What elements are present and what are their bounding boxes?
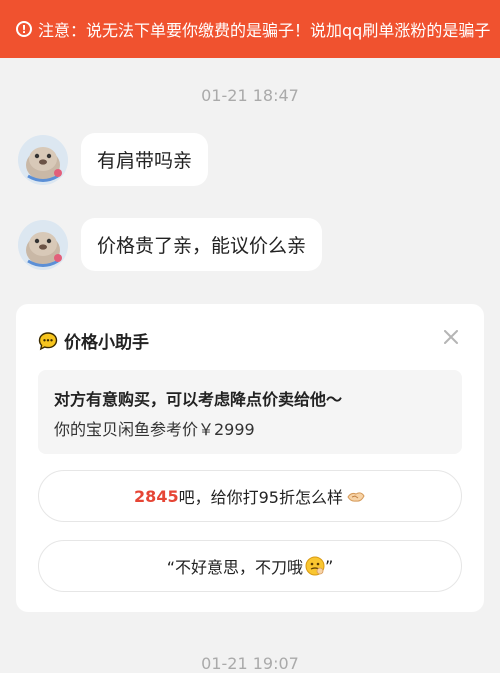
warning-text: 注意：说无法下单要你缴费的是骗子！说加qq刷单涨粉的是骗子 (38, 21, 491, 40)
chat-bubble-icon (38, 331, 58, 350)
avatar[interactable] (18, 134, 68, 185)
close-button[interactable] (440, 326, 462, 348)
discount-offer-button[interactable]: 2845 吧，给你打95折怎么样 (38, 470, 462, 522)
message-row: 价格贵了亲，能议价么亲 (18, 218, 323, 271)
decline-button[interactable]: “不好意思，不刀哦 ” (38, 540, 462, 592)
warning-banner: ! 注意：说无法下单要你缴费的是骗子！说加qq刷单涨粉的是骗子 (0, 0, 500, 58)
offer-price: 2845 (134, 486, 179, 506)
handshake-icon (347, 492, 365, 502)
card-header: 价格小助手 (38, 328, 149, 353)
timestamp: 01-21 19:07 (201, 654, 299, 673)
decline-close-quote: ” (325, 556, 334, 576)
offer-text: 吧，给你打95折怎么样 (178, 488, 343, 507)
reference-price-text: 你的宝贝闲鱼参考价￥2999 (54, 420, 255, 439)
seal-avatar-icon (18, 134, 68, 185)
message-row: 有肩带吗亲 (18, 133, 209, 186)
timestamp: 01-21 18:47 (201, 86, 299, 105)
seal-avatar-icon (18, 219, 68, 270)
thinking-face-icon (305, 556, 325, 576)
decline-text: “不好意思，不刀哦 (166, 558, 303, 577)
message-bubble[interactable]: 价格贵了亲，能议价么亲 (81, 218, 323, 271)
close-icon (444, 330, 458, 344)
suggestion-text: 对方有意购买，可以考虑降点价卖给他～ (54, 390, 343, 409)
card-title: 价格小助手 (64, 333, 149, 353)
exclamation-icon: ! (16, 21, 32, 37)
suggestion-box: 对方有意购买，可以考虑降点价卖给他～ 你的宝贝闲鱼参考价￥2999 (38, 370, 462, 454)
price-helper-card: 价格小助手 对方有意购买，可以考虑降点价卖给他～ 你的宝贝闲鱼参考价￥2999 … (16, 304, 484, 612)
avatar[interactable] (18, 219, 68, 270)
message-bubble[interactable]: 有肩带吗亲 (81, 133, 209, 186)
